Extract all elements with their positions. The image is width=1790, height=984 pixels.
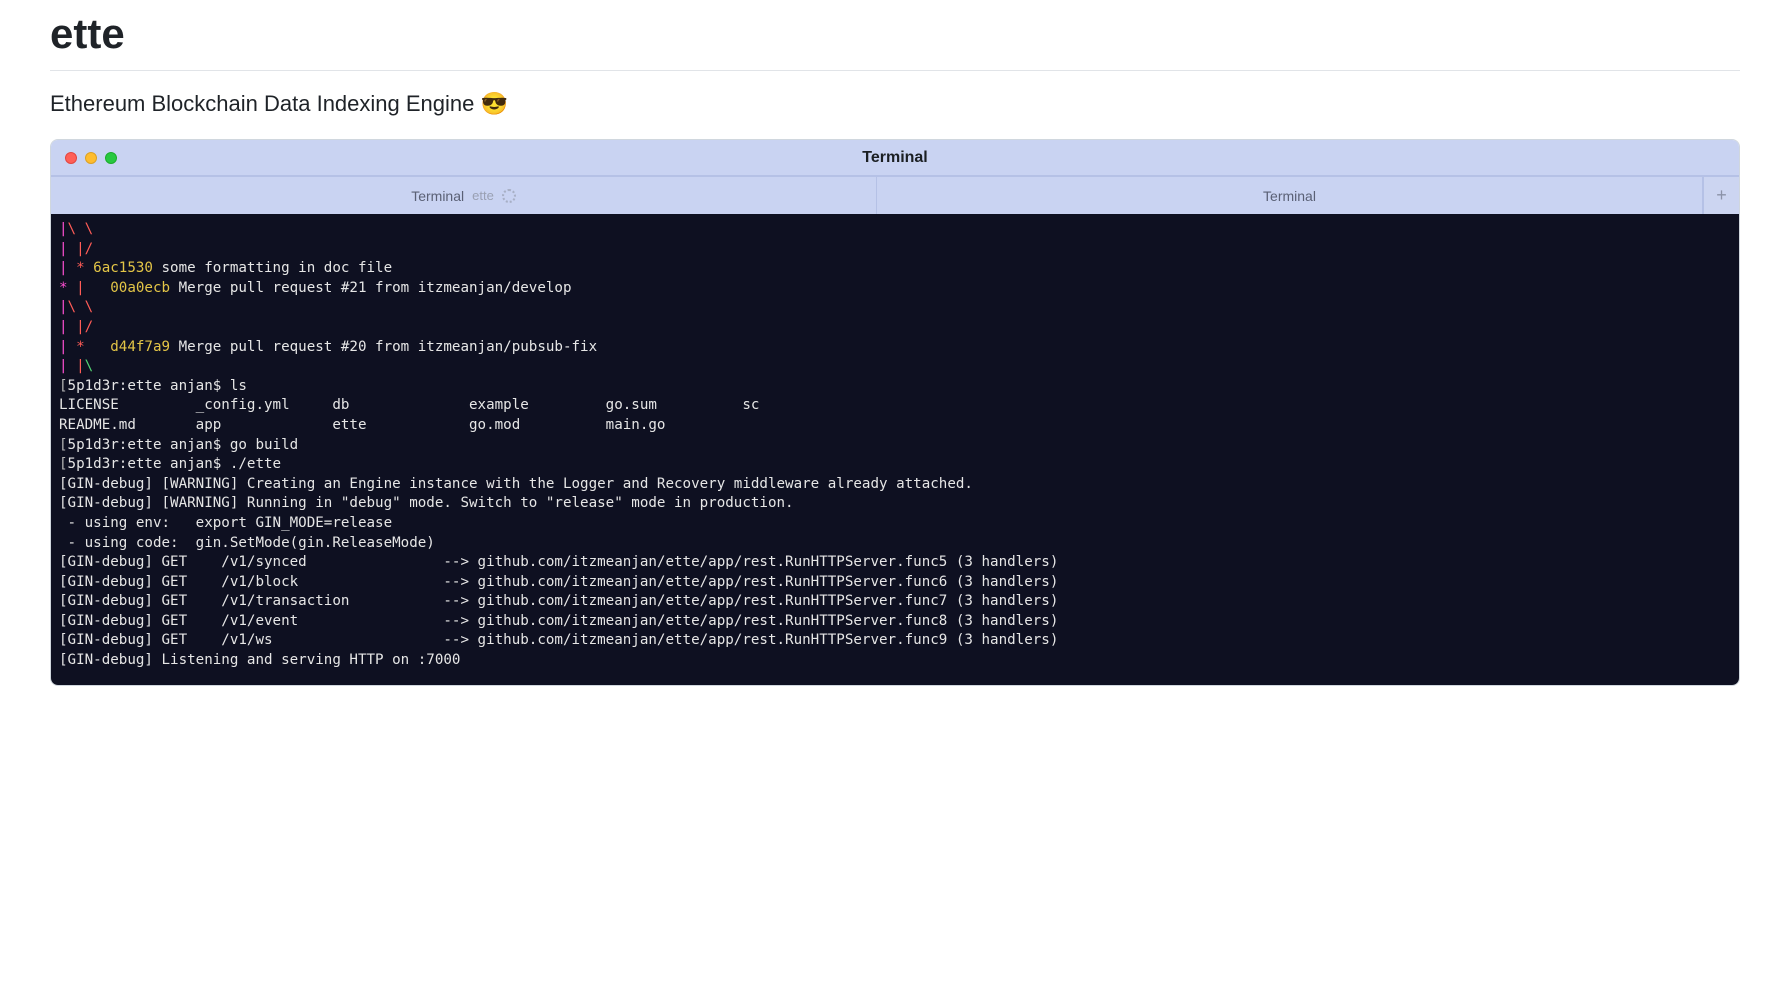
gin-log-line: - using code: gin.SetMode(gin.ReleaseMod… bbox=[59, 534, 1731, 554]
sunglasses-emoji-icon: 😎 bbox=[480, 91, 507, 116]
gin-route-line: [GIN-debug] GET /v1/block --> github.com… bbox=[59, 573, 1731, 593]
gin-route-line: [GIN-debug] GET /v1/synced --> github.co… bbox=[59, 553, 1731, 573]
git-graph-line: | |/ bbox=[59, 318, 1731, 338]
ls-output-row: README.md app ette go.mod main.go bbox=[59, 416, 1731, 436]
git-graph-line: | |/ bbox=[59, 240, 1731, 260]
shell-prompt-line: [5p1d3r:ette anjan$ ls bbox=[59, 377, 1731, 397]
window-title: Terminal bbox=[862, 149, 928, 167]
readme-header: ette bbox=[50, 0, 1740, 71]
terminal-tab-2[interactable]: Terminal bbox=[877, 176, 1703, 214]
gin-route-line: [GIN-debug] GET /v1/ws --> github.com/it… bbox=[59, 631, 1731, 651]
terminal-tabbar: Terminal ette Terminal + bbox=[51, 176, 1739, 214]
tab-label: Terminal bbox=[1263, 188, 1316, 204]
maximize-icon[interactable] bbox=[105, 152, 117, 164]
git-commit-line: | * 6ac1530 some formatting in doc file bbox=[59, 259, 1731, 279]
window-controls bbox=[65, 152, 117, 164]
gin-route-line: [GIN-debug] GET /v1/event --> github.com… bbox=[59, 612, 1731, 632]
subtitle-text: Ethereum Blockchain Data Indexing Engine bbox=[50, 91, 480, 116]
git-commit-line: * | 00a0ecb Merge pull request #21 from … bbox=[59, 279, 1731, 299]
tab-label: Terminal bbox=[411, 188, 464, 204]
shell-prompt-line: [5p1d3r:ette anjan$ go build bbox=[59, 436, 1731, 456]
new-tab-button[interactable]: + bbox=[1703, 176, 1739, 214]
gin-log-line: [GIN-debug] [WARNING] Creating an Engine… bbox=[59, 475, 1731, 495]
page-title: ette bbox=[50, 0, 1740, 58]
shell-prompt-line: [5p1d3r:ette anjan$ ./ette bbox=[59, 455, 1731, 475]
minimize-icon[interactable] bbox=[85, 152, 97, 164]
git-commit-line: | * d44f7a9 Merge pull request #20 from … bbox=[59, 338, 1731, 358]
gin-log-line: - using env: export GIN_MODE=release bbox=[59, 514, 1731, 534]
close-icon[interactable] bbox=[65, 152, 77, 164]
plus-icon: + bbox=[1716, 185, 1727, 206]
subtitle: Ethereum Blockchain Data Indexing Engine… bbox=[50, 91, 1740, 117]
git-graph-line: |\ \ bbox=[59, 220, 1731, 240]
git-graph-line: |\ \ bbox=[59, 298, 1731, 318]
terminal-titlebar: Terminal bbox=[51, 140, 1739, 176]
git-graph-line: | |\ bbox=[59, 357, 1731, 377]
terminal-window: Terminal Terminal ette Terminal + |\ \| … bbox=[50, 139, 1740, 686]
terminal-body[interactable]: |\ \| |/| * 6ac1530 some formatting in d… bbox=[51, 214, 1739, 685]
ls-output-row: LICENSE _config.yml db example go.sum sc bbox=[59, 396, 1731, 416]
terminal-tab-1[interactable]: Terminal ette bbox=[51, 176, 877, 214]
gin-log-line: [GIN-debug] [WARNING] Running in "debug"… bbox=[59, 494, 1731, 514]
gin-route-line: [GIN-debug] GET /v1/transaction --> gith… bbox=[59, 592, 1731, 612]
spinner-icon bbox=[502, 189, 516, 203]
tab-process: ette bbox=[472, 188, 494, 203]
gin-log-line: [GIN-debug] Listening and serving HTTP o… bbox=[59, 651, 1731, 671]
